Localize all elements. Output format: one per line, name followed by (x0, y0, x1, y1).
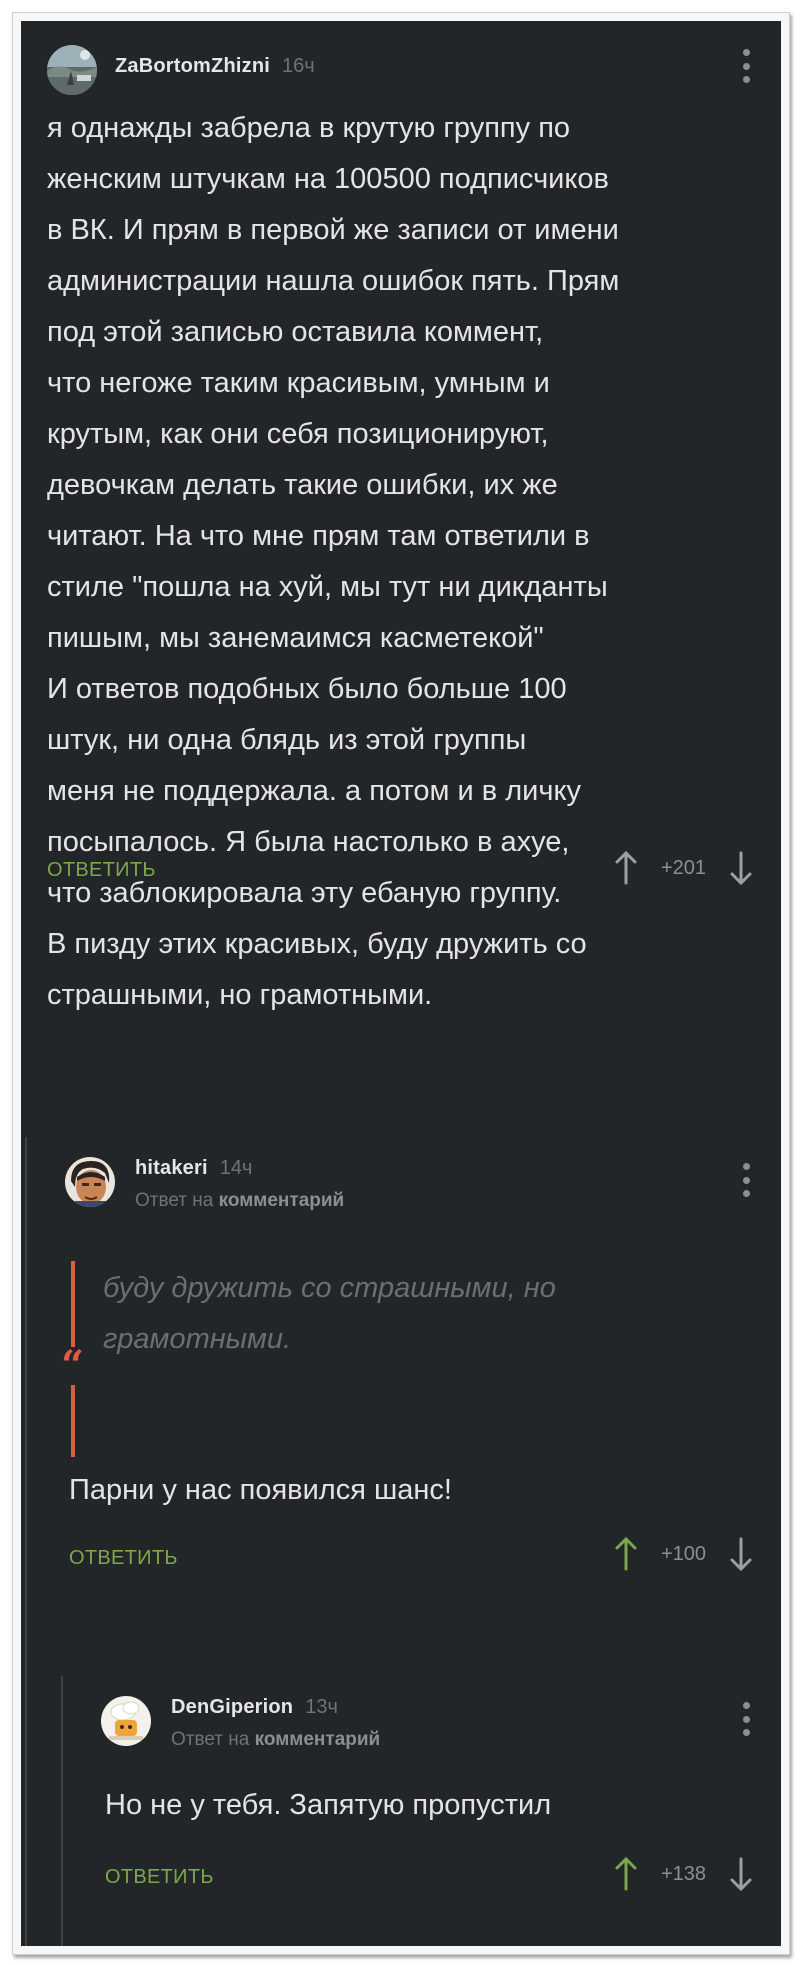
comment: ZaBortomZhizni 16ч я однажды забрела в к… (21, 21, 781, 1129)
comment-username[interactable]: DenGiperion (171, 1696, 293, 1719)
reply-to-line: Ответ на комментарий (171, 1729, 380, 1751)
reply-to-target-link[interactable]: комментарий (255, 1729, 381, 1750)
reply-button[interactable]: ОТВЕТИТЬ (105, 1866, 214, 1889)
upvote-arrow-icon[interactable] (615, 851, 637, 885)
comment-header: hitakeri 14ч Ответ на комментарий (65, 1157, 344, 1212)
vote-controls: +100 (615, 1537, 752, 1571)
reply-to-prefix: Ответ на (135, 1190, 214, 1211)
landscape-avatar-icon (47, 45, 97, 95)
quoted-text: буду дружить со страшными, но грамотными… (103, 1272, 556, 1355)
landscape-avatar[interactable] (47, 45, 97, 95)
vote-controls: +201 (615, 851, 752, 885)
comment-time: 13ч (305, 1696, 338, 1718)
comment-time: 16ч (282, 55, 315, 77)
screenshot-frame: ZaBortomZhizni 16ч я однажды забрела в к… (12, 12, 790, 1955)
reply-to-prefix: Ответ на (171, 1729, 250, 1750)
vote-score: +138 (661, 1862, 707, 1885)
downvote-arrow-icon[interactable] (730, 1857, 752, 1891)
more-options-icon[interactable] (741, 1702, 751, 1736)
comment-text: Но не у тебя. Запятую пропустил (105, 1789, 552, 1821)
more-options-icon[interactable] (741, 1163, 751, 1197)
reply-to-line: Ответ на комментарий (135, 1190, 344, 1212)
comment-username[interactable]: ZaBortomZhizni (115, 55, 270, 78)
downvote-arrow-icon[interactable] (730, 1537, 752, 1571)
comment-time: 14ч (219, 1157, 253, 1179)
comment-username[interactable]: hitakeri (135, 1157, 208, 1180)
vote-score: +100 (661, 1542, 707, 1565)
comments-panel: ZaBortomZhizni 16ч я однажды забрела в к… (21, 21, 781, 1946)
vote-controls: +138 (615, 1857, 752, 1891)
comment-header: ZaBortomZhizni 16ч (47, 45, 315, 95)
anime-face-avatar-icon (65, 1157, 115, 1207)
upvote-arrow-icon[interactable] (615, 1537, 637, 1571)
reply-button[interactable]: ОТВЕТИТЬ (47, 859, 156, 882)
cartoon-avatar-icon (101, 1696, 151, 1746)
comment-header: DenGiperion 13ч Ответ на комментарий (101, 1696, 380, 1751)
quote-mark-icon: “ (59, 1342, 87, 1389)
anime-face-avatar[interactable] (65, 1157, 115, 1207)
comment-text: я однажды забрела в крутую группу по жен… (47, 112, 620, 1011)
reply-button[interactable]: ОТВЕТИТЬ (69, 1547, 178, 1570)
vote-score: +201 (661, 856, 707, 879)
comment-text: Парни у нас появился шанс! (69, 1474, 452, 1506)
comment-reply: DenGiperion 13ч Ответ на комментарий Но … (21, 1676, 781, 1946)
downvote-arrow-icon[interactable] (730, 851, 752, 885)
upvote-arrow-icon[interactable] (615, 1857, 637, 1891)
more-options-icon[interactable] (741, 49, 751, 83)
cartoon-avatar[interactable] (101, 1696, 151, 1746)
reply-to-target-link[interactable]: комментарий (219, 1190, 345, 1211)
comment-reply: hitakeri 14ч Ответ на комментарий “ буду… (21, 1137, 781, 1657)
